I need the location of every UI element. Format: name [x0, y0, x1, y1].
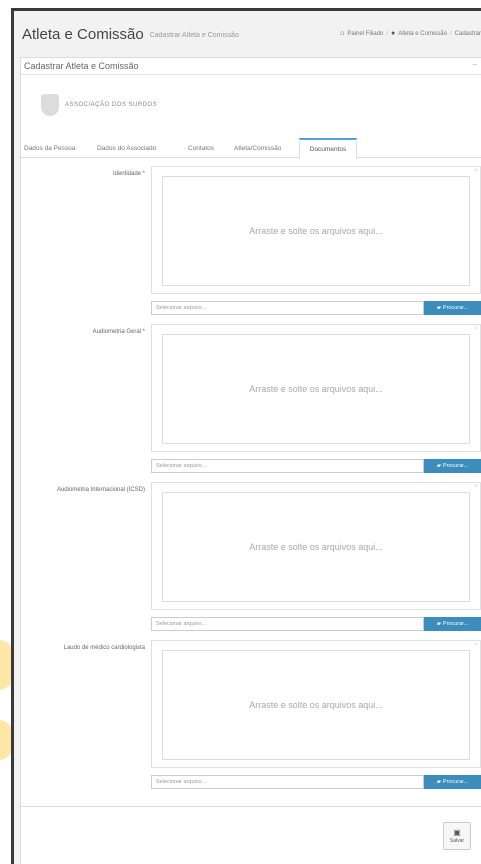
- tab-label: Dados da Pessoa: [24, 144, 76, 152]
- file-placeholder: Selecionar arquivo...: [156, 463, 207, 469]
- drop-zone[interactable]: Arraste e solte os arquivos aqui...: [162, 176, 470, 286]
- field-label: Laudo de médico cardiologista: [63, 645, 145, 651]
- association-name: ASSOCIAÇÃO DOS SURDOS: [65, 102, 158, 108]
- save-button[interactable]: ▣ Salvar: [443, 822, 471, 850]
- browse-button[interactable]: ▰ Procurar...: [424, 301, 481, 315]
- file-input-row: Selecionar arquivo... ▰ Procurar...: [151, 775, 481, 789]
- browse-button[interactable]: ▰ Procurar...: [424, 459, 481, 473]
- association-header: ASSOCIAÇÃO DOS SURDOS: [41, 94, 157, 116]
- file-placeholder: Selecionar arquivo...: [156, 621, 207, 627]
- file-input-row: Selecionar arquivo... ▰ Procurar...: [151, 301, 481, 315]
- field-label: Audiometria Internacional (ICSD): [56, 487, 145, 493]
- browse-label: Procurar...: [442, 463, 469, 469]
- browse-label: Procurar...: [442, 305, 469, 311]
- tab-bar: Dados da Pessoa Dados do Associado Conta…: [21, 138, 481, 159]
- file-placeholder: Selecionar arquivo...: [156, 779, 207, 785]
- drop-zone-text: Arraste e solte os arquivos aqui...: [249, 384, 383, 394]
- tab-contatos[interactable]: Contatos: [188, 138, 214, 158]
- form-footer: ▣ Salvar: [21, 806, 481, 864]
- floppy-disk-icon: ▣: [453, 828, 461, 837]
- drop-zone-text: Arraste e solte os arquivos aqui...: [249, 226, 383, 236]
- file-placeholder: Selecionar arquivo...: [156, 305, 207, 311]
- browse-label: Procurar...: [442, 621, 469, 627]
- file-preview-area: × Arraste e solte os arquivos aqui...: [151, 640, 481, 768]
- tab-documentos[interactable]: Documentos: [299, 138, 357, 159]
- breadcrumb: ⌂ Painel Filiado / ● Atleta e Comissão /…: [340, 30, 481, 37]
- tab-atleta-comissao[interactable]: Atleta/Comissão: [234, 138, 281, 158]
- tab-label: Documentos: [309, 146, 347, 153]
- page-subtitle: Cadastrar Atleta e Comissão: [149, 32, 239, 39]
- file-input-row: Selecionar arquivo... ▰ Procurar...: [151, 617, 481, 631]
- field-label: Identidade *: [112, 171, 145, 177]
- tab-dados-associado[interactable]: Dados do Associado: [97, 138, 156, 158]
- tab-label: Contatos: [188, 144, 215, 152]
- drop-zone[interactable]: Arraste e solte os arquivos aqui...: [162, 334, 470, 444]
- folder-open-icon: ▰: [436, 463, 441, 469]
- file-name-input[interactable]: Selecionar arquivo...: [151, 617, 424, 631]
- association-logo: [41, 94, 59, 116]
- save-label: Salvar: [449, 838, 465, 844]
- close-icon[interactable]: ×: [474, 484, 478, 490]
- drop-zone[interactable]: Arraste e solte os arquivos aqui...: [162, 650, 470, 760]
- page-title: Atleta e Comissão: [22, 25, 144, 43]
- breadcrumb-item-painel[interactable]: Painel Filiado: [347, 31, 383, 37]
- tab-label: Dados do Associado: [97, 144, 157, 152]
- folder-open-icon: ▰: [436, 779, 441, 785]
- file-name-input[interactable]: Selecionar arquivo...: [151, 301, 424, 315]
- users-icon: ●: [391, 30, 396, 37]
- tab-label: Atleta/Comissão: [234, 144, 282, 152]
- browse-button[interactable]: ▰ Procurar...: [424, 617, 481, 631]
- file-name-input[interactable]: Selecionar arquivo...: [151, 459, 424, 473]
- folder-open-icon: ▰: [436, 621, 441, 627]
- drop-zone-text: Arraste e solte os arquivos aqui...: [249, 542, 383, 552]
- browse-label: Procurar...: [442, 779, 469, 785]
- breadcrumb-separator: /: [386, 30, 389, 37]
- file-preview-area: × Arraste e solte os arquivos aqui...: [151, 482, 481, 610]
- file-name-input[interactable]: Selecionar arquivo...: [151, 775, 424, 789]
- minus-icon[interactable]: –: [473, 60, 477, 69]
- folder-open-icon: ▰: [436, 305, 441, 311]
- tab-dados-pessoa[interactable]: Dados da Pessoa: [24, 138, 75, 158]
- panel-title: Cadastrar Atleta e Comissão: [24, 61, 139, 71]
- browser-frame: Atleta e Comissão Cadastrar Atleta e Com…: [11, 8, 481, 864]
- drop-zone-text: Arraste e solte os arquivos aqui...: [249, 700, 383, 710]
- panel-header: Cadastrar Atleta e Comissão –: [21, 58, 481, 75]
- form-panel: Cadastrar Atleta e Comissão – ASSOCIAÇÃO…: [20, 57, 481, 864]
- file-input-row: Selecionar arquivo... ▰ Procurar...: [151, 459, 481, 473]
- breadcrumb-item-current: Cadastrar: [454, 30, 481, 37]
- file-preview-area: × Arraste e solte os arquivos aqui...: [151, 324, 481, 452]
- close-icon[interactable]: ×: [474, 168, 478, 174]
- close-icon[interactable]: ×: [474, 642, 478, 648]
- breadcrumb-item-atleta[interactable]: Atleta e Comissão: [398, 31, 447, 37]
- file-preview-area: × Arraste e solte os arquivos aqui...: [151, 166, 481, 294]
- field-label: Audiometria Geral *: [92, 329, 145, 335]
- home-icon: ⌂: [340, 30, 345, 37]
- browse-button[interactable]: ▰ Procurar...: [424, 775, 481, 789]
- close-icon[interactable]: ×: [474, 326, 478, 332]
- breadcrumb-separator: /: [449, 30, 452, 37]
- drop-zone[interactable]: Arraste e solte os arquivos aqui...: [162, 492, 470, 602]
